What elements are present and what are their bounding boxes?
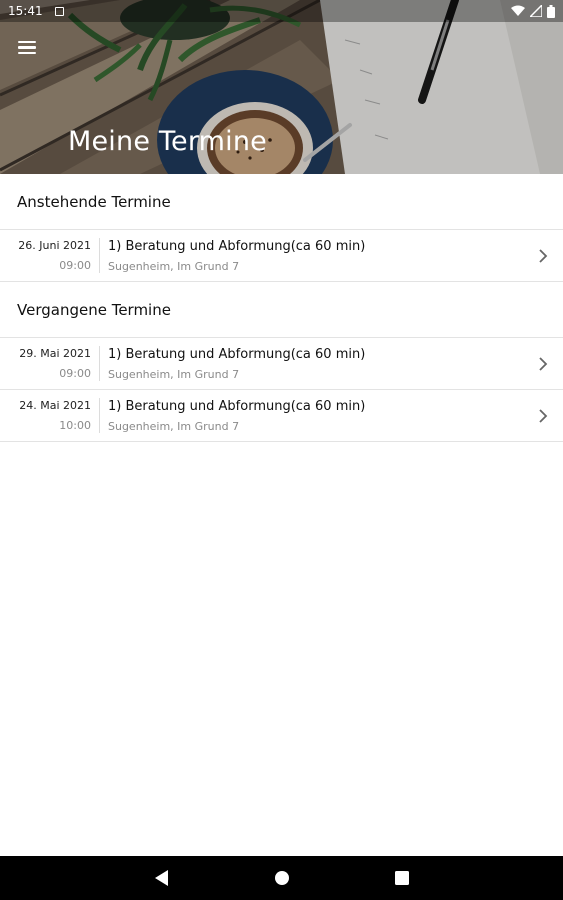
appointments-content: Anstehende Termine 26. Juni 2021 09:00 1… xyxy=(0,174,563,442)
recents-icon[interactable] xyxy=(342,856,462,900)
appointment-title: 1) Beratung und Abformung(ca 60 min) xyxy=(108,346,366,362)
appointment-date: 26. Juni 2021 xyxy=(18,239,91,252)
status-icons xyxy=(511,4,555,18)
appointment-datetime: 24. Mai 2021 10:00 xyxy=(0,398,100,433)
notification-icon xyxy=(54,6,64,16)
appointment-location: Sugenheim, Im Grund 7 xyxy=(108,367,240,381)
appointment-row[interactable]: 29. Mai 2021 09:00 1) Beratung und Abfor… xyxy=(0,338,563,390)
page-title: Meine Termine xyxy=(68,126,267,157)
status-bar: 15:41 xyxy=(0,0,563,22)
appointment-datetime: 26. Juni 2021 09:00 xyxy=(0,238,100,273)
appointment-date: 24. Mai 2021 xyxy=(19,399,91,412)
appointment-time: 09:00 xyxy=(59,367,91,380)
appointment-title: 1) Beratung und Abformung(ca 60 min) xyxy=(108,398,366,414)
chevron-right-icon xyxy=(523,338,563,389)
appointment-date: 29. Mai 2021 xyxy=(19,347,91,360)
signal-icon xyxy=(530,5,542,17)
section-upcoming-heading: Anstehende Termine xyxy=(0,174,563,230)
appointment-details: 1) Beratung und Abformung(ca 60 min) Sug… xyxy=(100,390,523,441)
appointment-time: 10:00 xyxy=(59,419,91,432)
battery-icon xyxy=(547,4,555,18)
appointment-title: 1) Beratung und Abformung(ca 60 min) xyxy=(108,238,366,254)
appointment-location: Sugenheim, Im Grund 7 xyxy=(108,419,240,433)
appointment-details: 1) Beratung und Abformung(ca 60 min) Sug… xyxy=(100,338,523,389)
navigation-bar xyxy=(0,856,563,900)
section-past-heading: Vergangene Termine xyxy=(0,282,563,338)
wifi-icon xyxy=(511,5,525,16)
appointment-time: 09:00 xyxy=(59,259,91,272)
appointment-location: Sugenheim, Im Grund 7 xyxy=(108,259,240,273)
chevron-right-icon xyxy=(523,390,563,441)
chevron-right-icon xyxy=(523,230,563,281)
status-time: 15:41 xyxy=(8,4,43,18)
appointment-datetime: 29. Mai 2021 09:00 xyxy=(0,346,100,381)
home-icon[interactable] xyxy=(222,856,342,900)
hamburger-menu-icon[interactable] xyxy=(14,38,40,60)
appointment-row[interactable]: 24. Mai 2021 10:00 1) Beratung und Abfor… xyxy=(0,390,563,442)
back-icon[interactable] xyxy=(102,856,222,900)
appointment-row[interactable]: 26. Juni 2021 09:00 1) Beratung und Abfo… xyxy=(0,230,563,282)
appointment-details: 1) Beratung und Abformung(ca 60 min) Sug… xyxy=(100,230,523,281)
